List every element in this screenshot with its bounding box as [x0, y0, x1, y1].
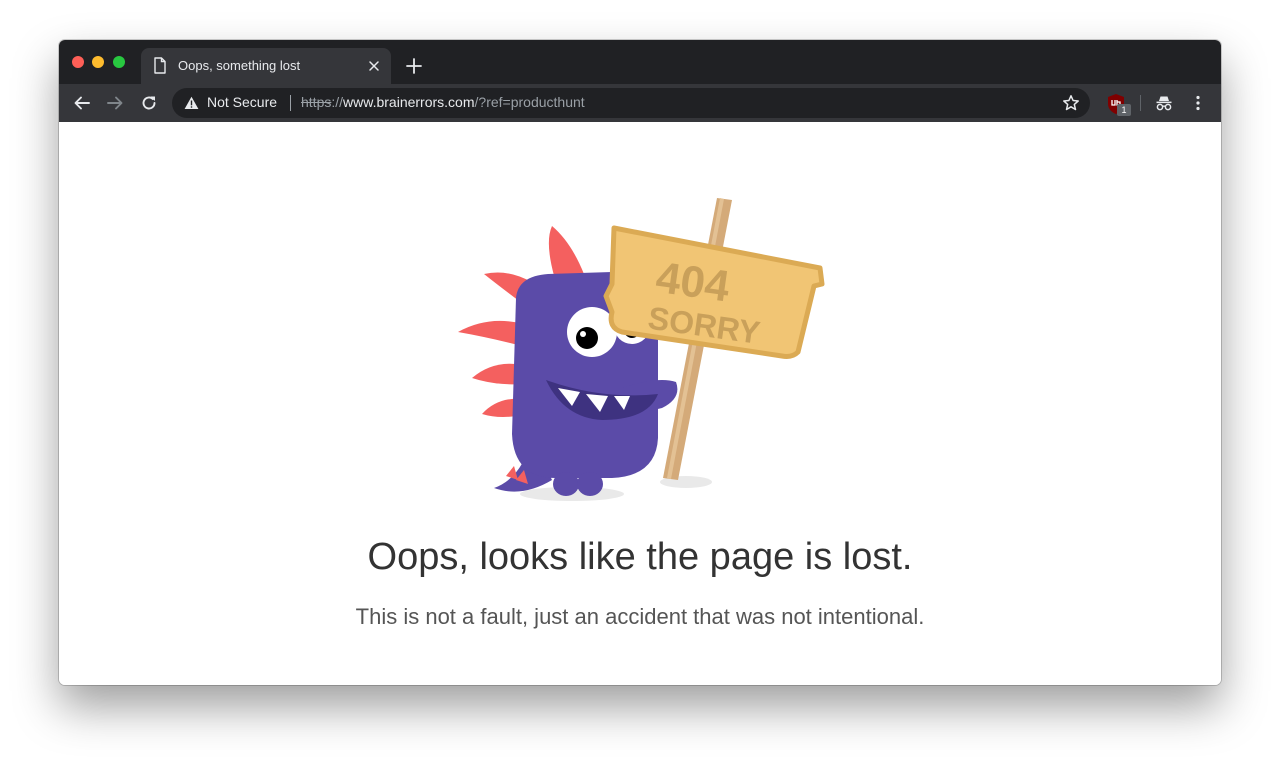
close-window-button[interactable] — [72, 56, 84, 68]
tab-title: Oops, something lost — [178, 58, 301, 73]
forward-arrow-icon[interactable] — [106, 94, 124, 112]
plus-icon[interactable] — [405, 57, 423, 75]
monster-404-illustration: 404 SORRY — [458, 198, 825, 501]
page-heading: Oops, looks like the page is lost. — [367, 536, 913, 578]
extension-badge: 1 — [1117, 104, 1131, 116]
star-icon[interactable] — [1062, 94, 1080, 112]
warning-icon[interactable] — [184, 96, 199, 110]
kebab-menu-icon[interactable] — [1189, 94, 1207, 112]
tab-strip: Oops, something lost — [59, 40, 1221, 84]
close-tab-icon[interactable] — [367, 59, 381, 73]
reload-icon[interactable] — [140, 94, 158, 112]
tab-active[interactable]: Oops, something lost — [141, 48, 391, 84]
browser-window: Oops, something lost Not Secure https://… — [59, 40, 1221, 685]
incognito-icon[interactable] — [1155, 94, 1173, 112]
omnibox-divider — [290, 95, 291, 111]
address-bar[interactable]: Not Secure https://www.brainerrors.com/?… — [172, 88, 1090, 118]
minimize-window-button[interactable] — [92, 56, 104, 68]
page-subheading: This is not a fault, just an accident th… — [355, 604, 925, 629]
back-arrow-icon[interactable] — [73, 94, 91, 112]
url-scheme: https — [301, 94, 332, 110]
url-separator: :// — [331, 94, 344, 110]
security-label[interactable]: Not Secure — [207, 94, 277, 110]
page-content: 404 SORRY Oops, looks like the page is l… — [59, 122, 1221, 685]
maximize-window-button[interactable] — [113, 56, 125, 68]
toolbar-divider — [1140, 95, 1141, 111]
toolbar: Not Secure https://www.brainerrors.com/?… — [59, 84, 1221, 122]
document-icon — [154, 57, 166, 74]
url-host: www.brainerrors.com — [343, 94, 475, 110]
url-text[interactable]: https://www.brainerrors.com/?ref=product… — [301, 94, 585, 110]
url-path: /?ref=producthunt — [474, 94, 585, 110]
